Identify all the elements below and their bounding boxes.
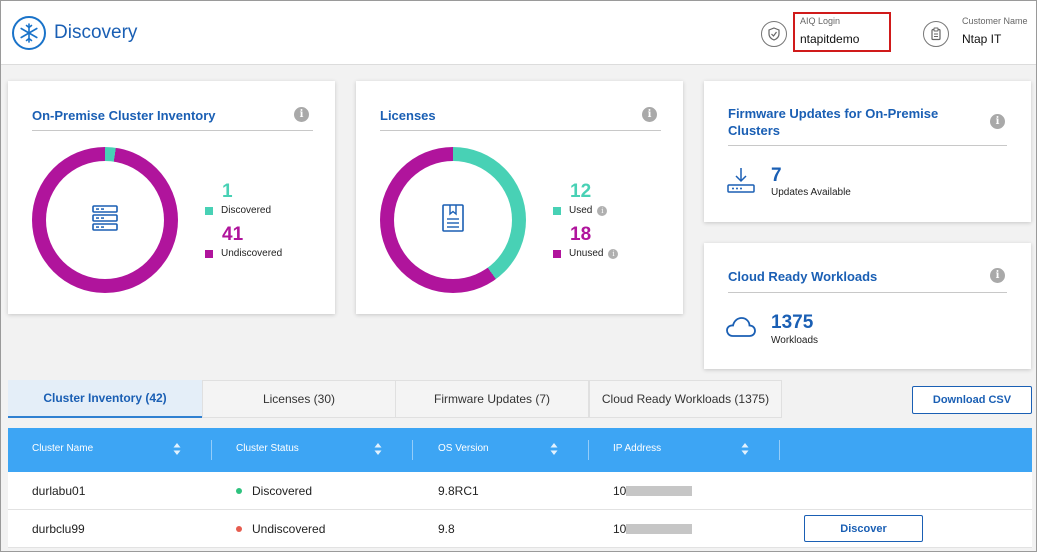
server-icon <box>90 203 120 238</box>
status-text: Discovered <box>252 484 313 498</box>
undiscovered-legend: Undiscovered <box>205 248 282 259</box>
column-header-cluster-name[interactable]: Cluster Name <box>32 443 93 454</box>
cluster-name-cell: durbclu99 <box>32 522 85 536</box>
sort-icon[interactable] <box>173 442 181 456</box>
teal-swatch <box>553 206 561 215</box>
column-header-cluster-status[interactable]: Cluster Status <box>236 443 299 454</box>
purple-swatch <box>553 249 561 258</box>
licenses-card[interactable]: Licenses i 12 Used i 18 Unused i <box>356 81 683 314</box>
firmware-updates-card[interactable]: Firmware Updates for On-Premise Clusters… <box>704 81 1031 222</box>
download-to-device-icon <box>726 166 756 199</box>
unused-count: 18 <box>570 224 592 245</box>
cluster-inventory-card[interactable]: On-Premise Cluster Inventory i 1 Discove… <box>8 81 335 314</box>
clipboard-icon <box>923 21 949 47</box>
app-title: Discovery <box>54 22 138 43</box>
snowflake-icon <box>12 16 46 50</box>
info-icon[interactable]: i <box>642 107 657 122</box>
workloads-count: 1375 <box>771 312 814 333</box>
tab-firmware-updates[interactable]: Firmware Updates (7) <box>395 380 589 418</box>
os-version-cell: 9.8 <box>438 522 455 536</box>
column-header-os-version[interactable]: OS Version <box>438 443 489 454</box>
column-header-ip-address[interactable]: IP Address <box>613 443 661 454</box>
sort-icon[interactable] <box>374 442 382 456</box>
redacted-ip-block <box>626 524 692 534</box>
firmware-updates-caption: Updates Available <box>771 187 851 198</box>
top-header: Discovery AIQ Login ntapitdemo Customer … <box>1 1 1036 65</box>
card-title: Cloud Ready Workloads <box>728 269 878 284</box>
cluster-status-cell: Discovered <box>236 484 312 498</box>
table-header: Cluster Name Cluster Status OS Version I… <box>8 428 1032 472</box>
aiq-login-value: ntapitdemo <box>800 32 860 46</box>
teal-swatch <box>205 206 213 215</box>
redacted-ip-block <box>626 486 692 496</box>
os-version-cell: 9.8RC1 <box>438 484 479 498</box>
card-divider <box>380 130 661 131</box>
info-icon[interactable]: i <box>597 205 608 216</box>
app-window: Discovery AIQ Login ntapitdemo Customer … <box>0 0 1037 552</box>
sort-icon[interactable] <box>550 442 558 456</box>
column-separator <box>211 440 212 460</box>
unused-label: Unused <box>569 248 604 259</box>
inventory-donut-chart <box>32 147 178 293</box>
shield-icon <box>761 21 787 47</box>
card-title: Firmware Updates for On-Premise Clusters <box>728 106 939 138</box>
undiscovered-count: 41 <box>222 224 244 245</box>
customer-name-label: Customer Name <box>962 16 1028 26</box>
status-dot <box>236 487 242 494</box>
discover-button[interactable]: Discover <box>804 515 923 542</box>
cloud-ready-workloads-card[interactable]: Cloud Ready Workloads i 1375 Workloads <box>704 243 1031 369</box>
card-divider <box>728 145 1007 146</box>
firmware-updates-count: 7 <box>771 165 782 186</box>
card-title: On-Premise Cluster Inventory <box>32 108 216 123</box>
status-dot <box>236 525 242 532</box>
info-icon[interactable]: i <box>990 114 1005 129</box>
column-separator <box>779 440 780 460</box>
discovered-legend: Discovered <box>205 205 271 216</box>
license-document-icon <box>440 203 466 238</box>
info-icon[interactable]: i <box>294 107 309 122</box>
discovered-label: Discovered <box>221 205 272 216</box>
status-text: Undiscovered <box>252 522 326 536</box>
card-divider <box>728 292 1007 293</box>
undiscovered-label: Undiscovered <box>221 248 283 259</box>
used-count: 12 <box>570 181 592 202</box>
used-label: Used <box>569 205 593 216</box>
tab-licenses[interactable]: Licenses (30) <box>202 380 396 418</box>
used-legend: Used i <box>553 205 608 216</box>
cloud-icon <box>725 315 757 344</box>
table-row[interactable]: durbclu99 Undiscovered 9.8 10. Discover <box>8 510 1032 548</box>
cluster-name-cell: durlabu01 <box>32 484 86 498</box>
aiq-login-label: AIQ Login <box>800 16 841 26</box>
card-divider <box>32 130 313 131</box>
unused-legend: Unused i <box>553 248 619 259</box>
info-icon[interactable]: i <box>608 248 619 259</box>
info-icon[interactable]: i <box>990 268 1005 283</box>
tab-cluster-inventory[interactable]: Cluster Inventory (42) <box>8 380 202 418</box>
download-csv-button[interactable]: Download CSV <box>912 386 1032 414</box>
column-separator <box>588 440 589 460</box>
card-title: Licenses <box>380 108 436 123</box>
cluster-status-cell: Undiscovered <box>236 522 325 536</box>
table-row[interactable]: durlabu01 Discovered 9.8RC1 10. <box>8 472 1032 510</box>
licenses-donut-chart <box>380 147 526 293</box>
workloads-caption: Workloads <box>771 335 819 346</box>
discovered-count: 1 <box>222 181 233 202</box>
customer-name-value: Ntap IT <box>962 32 1002 46</box>
purple-swatch <box>205 249 213 258</box>
column-separator <box>412 440 413 460</box>
tab-cloud-ready-workloads[interactable]: Cloud Ready Workloads (1375) <box>589 380 782 418</box>
sort-icon[interactable] <box>741 442 749 456</box>
